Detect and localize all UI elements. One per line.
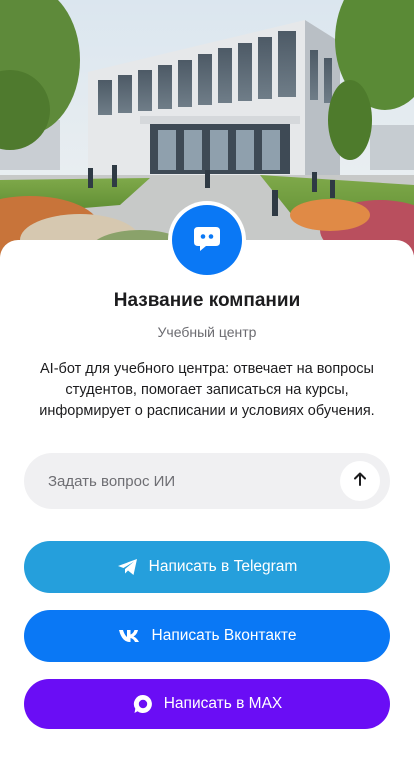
chat-bot-icon: [192, 223, 222, 258]
telegram-button[interactable]: Написать в Telegram: [24, 541, 390, 593]
company-category: Учебный центр: [157, 324, 257, 340]
max-button-label: Написать в MAX: [163, 695, 283, 712]
company-description: AI-бот для учебного центра: отвечает на …: [39, 361, 375, 419]
telegram-icon: [117, 558, 139, 576]
arrow-up-icon: [352, 471, 368, 492]
vkontakte-button-label: Написать Вконтакте: [151, 627, 297, 644]
telegram-button-label: Написать в Telegram: [148, 558, 298, 575]
max-icon: [132, 693, 154, 715]
max-button[interactable]: Написать в MAX: [24, 679, 390, 729]
avatar-circle: [172, 205, 242, 275]
avatar: [168, 201, 246, 279]
vkontakte-button[interactable]: Написать Вконтакте: [24, 610, 390, 662]
send-button[interactable]: [340, 461, 380, 501]
ask-ai-input[interactable]: [48, 453, 348, 509]
vk-icon: [118, 629, 142, 643]
ask-ai-field: [24, 453, 390, 509]
company-name: Название компании: [113, 290, 301, 311]
